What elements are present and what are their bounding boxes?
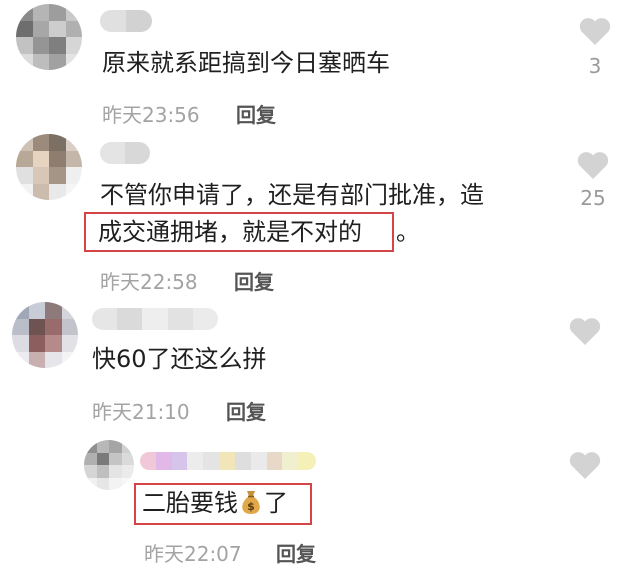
comment-text-line-1: 不管你申请了，还是有部门批准，造 — [100, 181, 484, 209]
reply-button[interactable]: 回复 — [234, 266, 274, 295]
username-blurred[interactable] — [100, 10, 152, 32]
comment-text: 快60了还这么拼 — [92, 345, 267, 373]
comment-timestamp: 昨天21:10 — [92, 400, 190, 424]
avatar[interactable] — [16, 4, 82, 70]
avatar[interactable] — [84, 440, 134, 490]
heart-icon[interactable] — [576, 150, 610, 180]
reply-button[interactable]: 回复 — [276, 538, 316, 567]
reply-button[interactable]: 回复 — [236, 99, 276, 128]
username-blurred[interactable] — [140, 452, 316, 470]
reply-button[interactable]: 回复 — [226, 396, 266, 425]
highlight-box — [84, 212, 394, 252]
highlight-box — [134, 483, 312, 525]
comment-text: 原来就系距搞到今日塞晒车 — [102, 49, 390, 77]
heart-icon[interactable] — [568, 316, 602, 346]
like-count: 25 — [580, 186, 606, 210]
comment-timestamp: 昨天22:58 — [100, 270, 198, 294]
username-blurred[interactable] — [100, 142, 150, 164]
username-blurred[interactable] — [92, 308, 218, 330]
comment-timestamp: 昨天22:07 — [144, 542, 242, 566]
heart-icon[interactable] — [568, 450, 602, 480]
avatar[interactable] — [12, 302, 78, 368]
like-count: 3 — [588, 54, 602, 78]
avatar[interactable] — [16, 134, 82, 200]
comment-timestamp: 昨天23:56 — [102, 103, 200, 127]
heart-icon[interactable] — [578, 16, 612, 46]
comment-text-line-2-tail: 。 — [396, 218, 420, 246]
